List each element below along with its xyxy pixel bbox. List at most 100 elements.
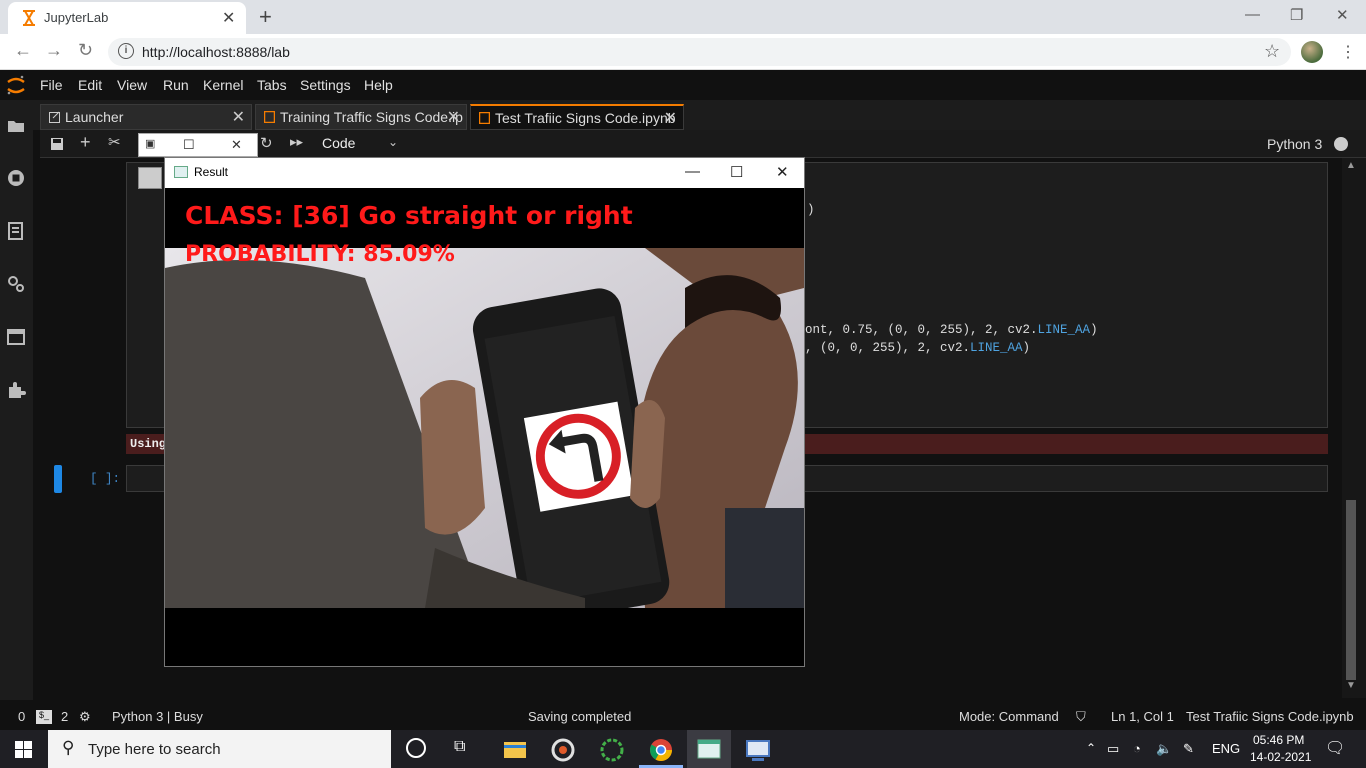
file-explorer-icon[interactable] bbox=[492, 734, 536, 766]
output-thumbnail-image bbox=[138, 167, 162, 189]
site-info-icon[interactable]: i bbox=[118, 43, 134, 59]
scroll-up-icon[interactable]: ▲ bbox=[1346, 160, 1356, 171]
folder-icon[interactable] bbox=[6, 116, 26, 136]
notebook-mode[interactable]: Mode: Command bbox=[959, 709, 1059, 724]
pen-workspace-icon[interactable]: ✎ bbox=[1183, 741, 1194, 757]
menu-tabs[interactable]: Tabs bbox=[257, 77, 287, 93]
browser-menu-icon[interactable]: ⋮ bbox=[1340, 42, 1356, 62]
property-inspector-gear-icon[interactable] bbox=[6, 274, 26, 294]
browser-tab[interactable]: JupyterLab ✕ bbox=[8, 2, 246, 34]
kernel-name[interactable]: Python 3 bbox=[1267, 136, 1322, 152]
close-tab-icon[interactable]: ✕ bbox=[232, 107, 245, 127]
menu-kernel[interactable]: Kernel bbox=[203, 77, 243, 93]
menu-settings[interactable]: Settings bbox=[300, 77, 351, 93]
minimize-icon[interactable]: — bbox=[685, 163, 700, 180]
tab-training-notebook[interactable]: Training Traffic Signs Code.ip ✕ bbox=[255, 104, 467, 130]
save-icon[interactable] bbox=[50, 137, 64, 151]
close-window-icon[interactable]: ✕ bbox=[231, 137, 242, 153]
reload-icon[interactable]: ↻ bbox=[78, 40, 93, 61]
cortana-icon[interactable] bbox=[406, 738, 426, 758]
code-line: , (0, 0, 255), 2, cv2.LINE_AA) bbox=[805, 341, 1031, 355]
scrollbar-thumb[interactable] bbox=[1346, 500, 1356, 680]
code-line: ont, 0.75, (0, 0, 255), 2, cv2.LINE_AA) bbox=[805, 323, 1098, 337]
terminal-icon[interactable]: $_ bbox=[36, 710, 52, 724]
anaconda-icon[interactable] bbox=[590, 734, 634, 766]
cell-type-select[interactable]: Code bbox=[322, 135, 355, 151]
insert-cell-icon[interactable]: + bbox=[80, 132, 91, 153]
left-sidebar bbox=[0, 100, 33, 700]
jupyter-hourglass-icon bbox=[23, 10, 35, 26]
menu-view[interactable]: View bbox=[117, 77, 147, 93]
forward-icon[interactable]: → bbox=[45, 40, 63, 61]
close-window-icon[interactable]: ✕ bbox=[1336, 6, 1349, 24]
restart-kernel-icon[interactable]: ↻ bbox=[260, 134, 273, 152]
clock-date[interactable]: 14-02-2021 bbox=[1250, 750, 1311, 764]
menu-file[interactable]: File bbox=[40, 77, 63, 93]
new-tab-button[interactable]: + bbox=[259, 4, 272, 30]
commands-icon[interactable] bbox=[6, 221, 26, 241]
python-window-taskbar-item[interactable] bbox=[687, 730, 731, 768]
cursor-position[interactable]: Ln 1, Col 1 bbox=[1111, 709, 1174, 724]
status-kernels-count[interactable]: 2 bbox=[61, 709, 68, 724]
current-file-name: Test Trafiic Signs Code.ipynb bbox=[1186, 709, 1354, 724]
tray-expand-icon[interactable]: ⌃ bbox=[1086, 741, 1096, 755]
minimize-icon[interactable]: — bbox=[1245, 6, 1260, 23]
maximize-icon[interactable]: ☐ bbox=[183, 137, 195, 153]
notifications-icon[interactable]: 🗨 bbox=[1325, 738, 1345, 758]
volume-icon[interactable]: 🔈 bbox=[1156, 741, 1172, 757]
kernel-status[interactable]: Python 3 | Busy bbox=[112, 709, 203, 724]
profile-avatar[interactable] bbox=[1301, 41, 1323, 63]
kernel-busy-indicator-icon bbox=[1334, 137, 1348, 151]
notebook-scrollbar[interactable]: ▲ ▼ bbox=[1342, 158, 1366, 698]
cut-icon[interactable]: ✂ bbox=[108, 133, 121, 151]
tabs-icon[interactable] bbox=[6, 327, 26, 347]
remote-app-icon[interactable] bbox=[736, 734, 780, 766]
notebook-icon bbox=[479, 112, 490, 124]
trusted-shield-icon[interactable]: ⛉ bbox=[1076, 709, 1086, 725]
tab-launcher[interactable]: Launcher ✕ bbox=[40, 104, 252, 130]
scroll-down-icon[interactable]: ▼ bbox=[1346, 680, 1356, 691]
browser-tab-title: JupyterLab bbox=[44, 10, 109, 25]
class-prediction-text: CLASS: [36] Go straight or right bbox=[185, 201, 633, 230]
tab-test-notebook[interactable]: Test Trafiic Signs Code.ipynb ✕ bbox=[470, 104, 684, 130]
media-player-icon[interactable] bbox=[541, 734, 585, 766]
back-icon[interactable]: ← bbox=[14, 40, 32, 61]
run-all-icon[interactable]: ▸▸ bbox=[290, 134, 303, 150]
task-view-icon[interactable]: ⧉ bbox=[454, 738, 465, 756]
bookmark-star-icon[interactable]: ☆ bbox=[1264, 41, 1280, 62]
close-window-icon[interactable]: ✕ bbox=[776, 163, 789, 181]
url-text[interactable]: http://localhost:8888/lab bbox=[142, 44, 290, 60]
chrome-icon[interactable] bbox=[639, 734, 683, 766]
taskbar-search-box[interactable]: ⚲ Type here to search bbox=[48, 730, 391, 768]
restore-icon[interactable]: ❐ bbox=[1290, 6, 1303, 24]
menu-help[interactable]: Help bbox=[364, 77, 393, 93]
kernel-gear-icon[interactable]: ⚙ bbox=[79, 709, 91, 725]
chevron-down-icon[interactable]: ⌄ bbox=[388, 135, 398, 149]
result-window[interactable]: Result — ☐ ✕ CLASS: [36] Go straight or … bbox=[164, 157, 805, 667]
minimized-opencv-window[interactable]: ▣ ☐ ✕ bbox=[138, 133, 258, 157]
saving-status: Saving completed bbox=[528, 709, 632, 724]
battery-icon[interactable]: ▭ bbox=[1107, 741, 1119, 757]
windows-start-icon[interactable] bbox=[15, 741, 32, 758]
menu-run[interactable]: Run bbox=[163, 77, 189, 93]
close-tab-icon[interactable]: ✕ bbox=[664, 108, 677, 128]
wifi-icon[interactable]: ◔ bbox=[1133, 741, 1141, 756]
menu-edit[interactable]: Edit bbox=[78, 77, 102, 93]
active-cell-marker bbox=[54, 465, 62, 493]
maximize-icon[interactable]: ☐ bbox=[730, 163, 743, 181]
running-stop-icon[interactable] bbox=[6, 168, 26, 188]
notebook-icon bbox=[264, 111, 275, 123]
status-terminals-count[interactable]: 0 bbox=[18, 709, 25, 724]
search-placeholder: Type here to search bbox=[88, 741, 221, 758]
clock-time[interactable]: 05:46 PM bbox=[1253, 733, 1304, 747]
language-indicator[interactable]: ENG bbox=[1212, 741, 1240, 756]
tab-label: Test Trafiic Signs Code.ipynb bbox=[495, 110, 676, 126]
probability-text: PROBABILITY: 85.09% bbox=[185, 242, 455, 267]
extensions-puzzle-icon[interactable] bbox=[6, 380, 26, 400]
address-bar-row: ← → ↻ i http://localhost:8888/lab ☆ bbox=[0, 34, 1366, 70]
omnibox[interactable]: i http://localhost:8888/lab ☆ bbox=[108, 38, 1291, 66]
close-tab-icon[interactable]: ✕ bbox=[447, 107, 460, 127]
result-window-title: Result bbox=[194, 165, 229, 179]
close-tab-icon[interactable]: ✕ bbox=[222, 8, 235, 28]
result-titlebar[interactable]: Result — ☐ ✕ bbox=[165, 158, 804, 188]
